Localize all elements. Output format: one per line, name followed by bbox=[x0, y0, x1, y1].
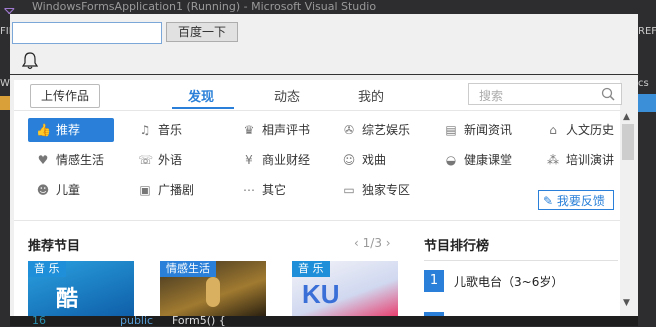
active-tab-indicator bbox=[172, 107, 234, 109]
scroll-up-arrow-icon[interactable]: ▲ bbox=[623, 112, 630, 122]
category-label: 广播剧 bbox=[158, 183, 195, 197]
prev-arrow-icon[interactable]: ‹ bbox=[354, 236, 359, 250]
program-thumbnail[interactable]: 音 乐 酷 bbox=[28, 261, 134, 316]
category-label: 戏曲 bbox=[362, 153, 387, 167]
rank-number: 1 bbox=[424, 270, 444, 292]
category-news[interactable]: ▤ 新闻资讯 bbox=[444, 118, 512, 142]
ide-menu-fragment-right: REF bbox=[638, 26, 656, 37]
category-label: 综艺娱乐 bbox=[362, 123, 411, 137]
category-label: 健康课堂 bbox=[464, 153, 513, 167]
recommended-title: 推荐节目 bbox=[28, 239, 81, 254]
ide-left-edge: FIL Wi bbox=[0, 14, 14, 326]
code-editor-strip: 16 public Form5() { bbox=[10, 314, 638, 327]
category-history[interactable]: ⌂ 人文历史 bbox=[546, 118, 614, 142]
category-crosstalk[interactable]: ♛ 相声评书 bbox=[242, 118, 310, 142]
thumbnail-tag: 音 乐 bbox=[292, 261, 330, 277]
category-label: 人文历史 bbox=[566, 123, 615, 137]
speech-bubble-icon: ☏ bbox=[138, 153, 154, 167]
feedback-button[interactable]: ✎ 我要反馈 bbox=[538, 190, 614, 210]
search-placeholder: 搜索 bbox=[479, 89, 504, 103]
category-label: 新闻资讯 bbox=[464, 123, 513, 137]
category-label: 商业财经 bbox=[262, 153, 311, 167]
category-label: 培训演讲 bbox=[566, 153, 615, 167]
scrollbar-thumb[interactable] bbox=[622, 124, 634, 160]
category-divider bbox=[14, 220, 620, 221]
ide-tab-fragment-right: cs bbox=[638, 78, 649, 89]
category-language[interactable]: ☏ 外语 bbox=[138, 148, 182, 172]
category-label: 相声评书 bbox=[262, 123, 311, 137]
category-label: 外语 bbox=[158, 153, 183, 167]
category-training[interactable]: ⁂ 培训演讲 bbox=[546, 148, 614, 172]
clapperboard-icon: ▣ bbox=[139, 183, 151, 197]
ide-right-edge: REF cs bbox=[638, 14, 656, 326]
next-arrow-icon[interactable]: › bbox=[386, 236, 391, 250]
ranking-item[interactable]: 儿歌电台（3~6岁） bbox=[454, 273, 563, 290]
category-music[interactable]: ♫ 音乐 bbox=[138, 118, 182, 142]
form-window: 百度一下 上传作品 发现 动态 我的 搜索 👍 推荐 ♫ 音乐 ♛ 相声评书 ✇… bbox=[10, 14, 638, 316]
rank-number-partial bbox=[424, 312, 444, 316]
ranking-title: 节目排行榜 bbox=[424, 239, 490, 254]
ranking-divider bbox=[424, 260, 618, 261]
category-variety[interactable]: ✇ 综艺娱乐 bbox=[342, 118, 410, 142]
ide-toolbar-icon bbox=[0, 96, 10, 110]
category-label: 音乐 bbox=[158, 123, 183, 137]
category-opera[interactable]: ☺ 戏曲 bbox=[342, 148, 386, 172]
bowl-icon: ◒ bbox=[445, 153, 457, 167]
ide-side-tab[interactable] bbox=[638, 94, 656, 112]
category-other[interactable]: ⋯ 其它 bbox=[242, 178, 286, 202]
category-radio-drama[interactable]: ▣ 广播剧 bbox=[138, 178, 194, 202]
web-content: 上传作品 发现 动态 我的 搜索 👍 推荐 ♫ 音乐 ♛ 相声评书 ✇ 综艺娱乐 ▤ 新闻… bbox=[14, 80, 622, 316]
nav-divider bbox=[14, 110, 620, 111]
category-label: 独家专区 bbox=[362, 183, 411, 197]
music-note-icon: ♫ bbox=[139, 123, 151, 137]
opera-mask-icon: ☺ bbox=[342, 153, 356, 167]
baidu-search-button[interactable]: 百度一下 bbox=[166, 22, 238, 42]
ide-title: WindowsFormsApplication1 (Running) - Mic… bbox=[32, 0, 377, 13]
yen-monitor-icon: ¥ bbox=[245, 153, 253, 167]
search-icon[interactable] bbox=[601, 87, 615, 101]
child-icon: ☻ bbox=[36, 183, 50, 197]
program-thumbnail[interactable]: 音 乐 KU bbox=[292, 261, 398, 316]
temple-icon: ⌂ bbox=[549, 123, 557, 137]
thumbnail-art: KU bbox=[302, 279, 340, 309]
upload-works-button[interactable]: 上传作品 bbox=[30, 84, 100, 108]
category-label: 推荐 bbox=[56, 123, 81, 137]
category-label: 情感生活 bbox=[56, 153, 105, 167]
pager: ‹ 1/3 › bbox=[354, 236, 391, 250]
category-label: 儿童 bbox=[56, 183, 81, 197]
divider bbox=[10, 74, 638, 75]
program-thumbnail[interactable]: 情感生活 bbox=[160, 261, 266, 316]
tv-icon: ▭ bbox=[343, 183, 355, 197]
bell-icon[interactable] bbox=[22, 52, 38, 70]
tab-activity[interactable]: 动态 bbox=[274, 86, 300, 105]
category-business[interactable]: ¥ 商业财经 bbox=[242, 148, 310, 172]
more-dots-icon: ⋯ bbox=[243, 183, 255, 197]
tab-mine[interactable]: 我的 bbox=[358, 86, 384, 105]
page-indicator: 1/3 bbox=[362, 236, 382, 250]
trophy-icon: ♛ bbox=[243, 123, 255, 137]
feedback-label: 我要反馈 bbox=[556, 194, 605, 208]
thumbnail-tag: 情感生活 bbox=[160, 261, 216, 277]
tab-discover[interactable]: 发现 bbox=[188, 86, 214, 105]
category-health[interactable]: ◒ 健康课堂 bbox=[444, 148, 512, 172]
category-recommend[interactable]: 👍 推荐 bbox=[28, 118, 114, 142]
people-icon: ⁂ bbox=[547, 153, 559, 167]
newspaper-icon: ▤ bbox=[445, 123, 457, 137]
category-exclusive[interactable]: ▭ 独家专区 bbox=[342, 178, 410, 202]
heart-icon: ♥ bbox=[37, 153, 49, 167]
category-emotion[interactable]: ♥ 情感生活 bbox=[36, 148, 104, 172]
film-reel-icon: ✇ bbox=[343, 123, 355, 137]
thumbnail-tag: 音 乐 bbox=[28, 261, 66, 277]
edit-icon: ✎ bbox=[543, 194, 554, 208]
address-input[interactable] bbox=[12, 22, 162, 44]
vertical-scrollbar[interactable]: ▲ ▼ bbox=[620, 110, 636, 316]
thumbs-up-icon: 👍 bbox=[36, 123, 51, 137]
search-box[interactable]: 搜索 bbox=[468, 83, 622, 105]
category-children[interactable]: ☻ 儿童 bbox=[36, 178, 80, 202]
category-label: 其它 bbox=[262, 183, 287, 197]
ide-title-bar: WindowsFormsApplication1 (Running) - Mic… bbox=[0, 0, 656, 14]
thumbnail-art: 酷 bbox=[56, 287, 79, 312]
scroll-down-arrow-icon[interactable]: ▼ bbox=[623, 298, 630, 308]
microphone-icon bbox=[206, 277, 220, 307]
